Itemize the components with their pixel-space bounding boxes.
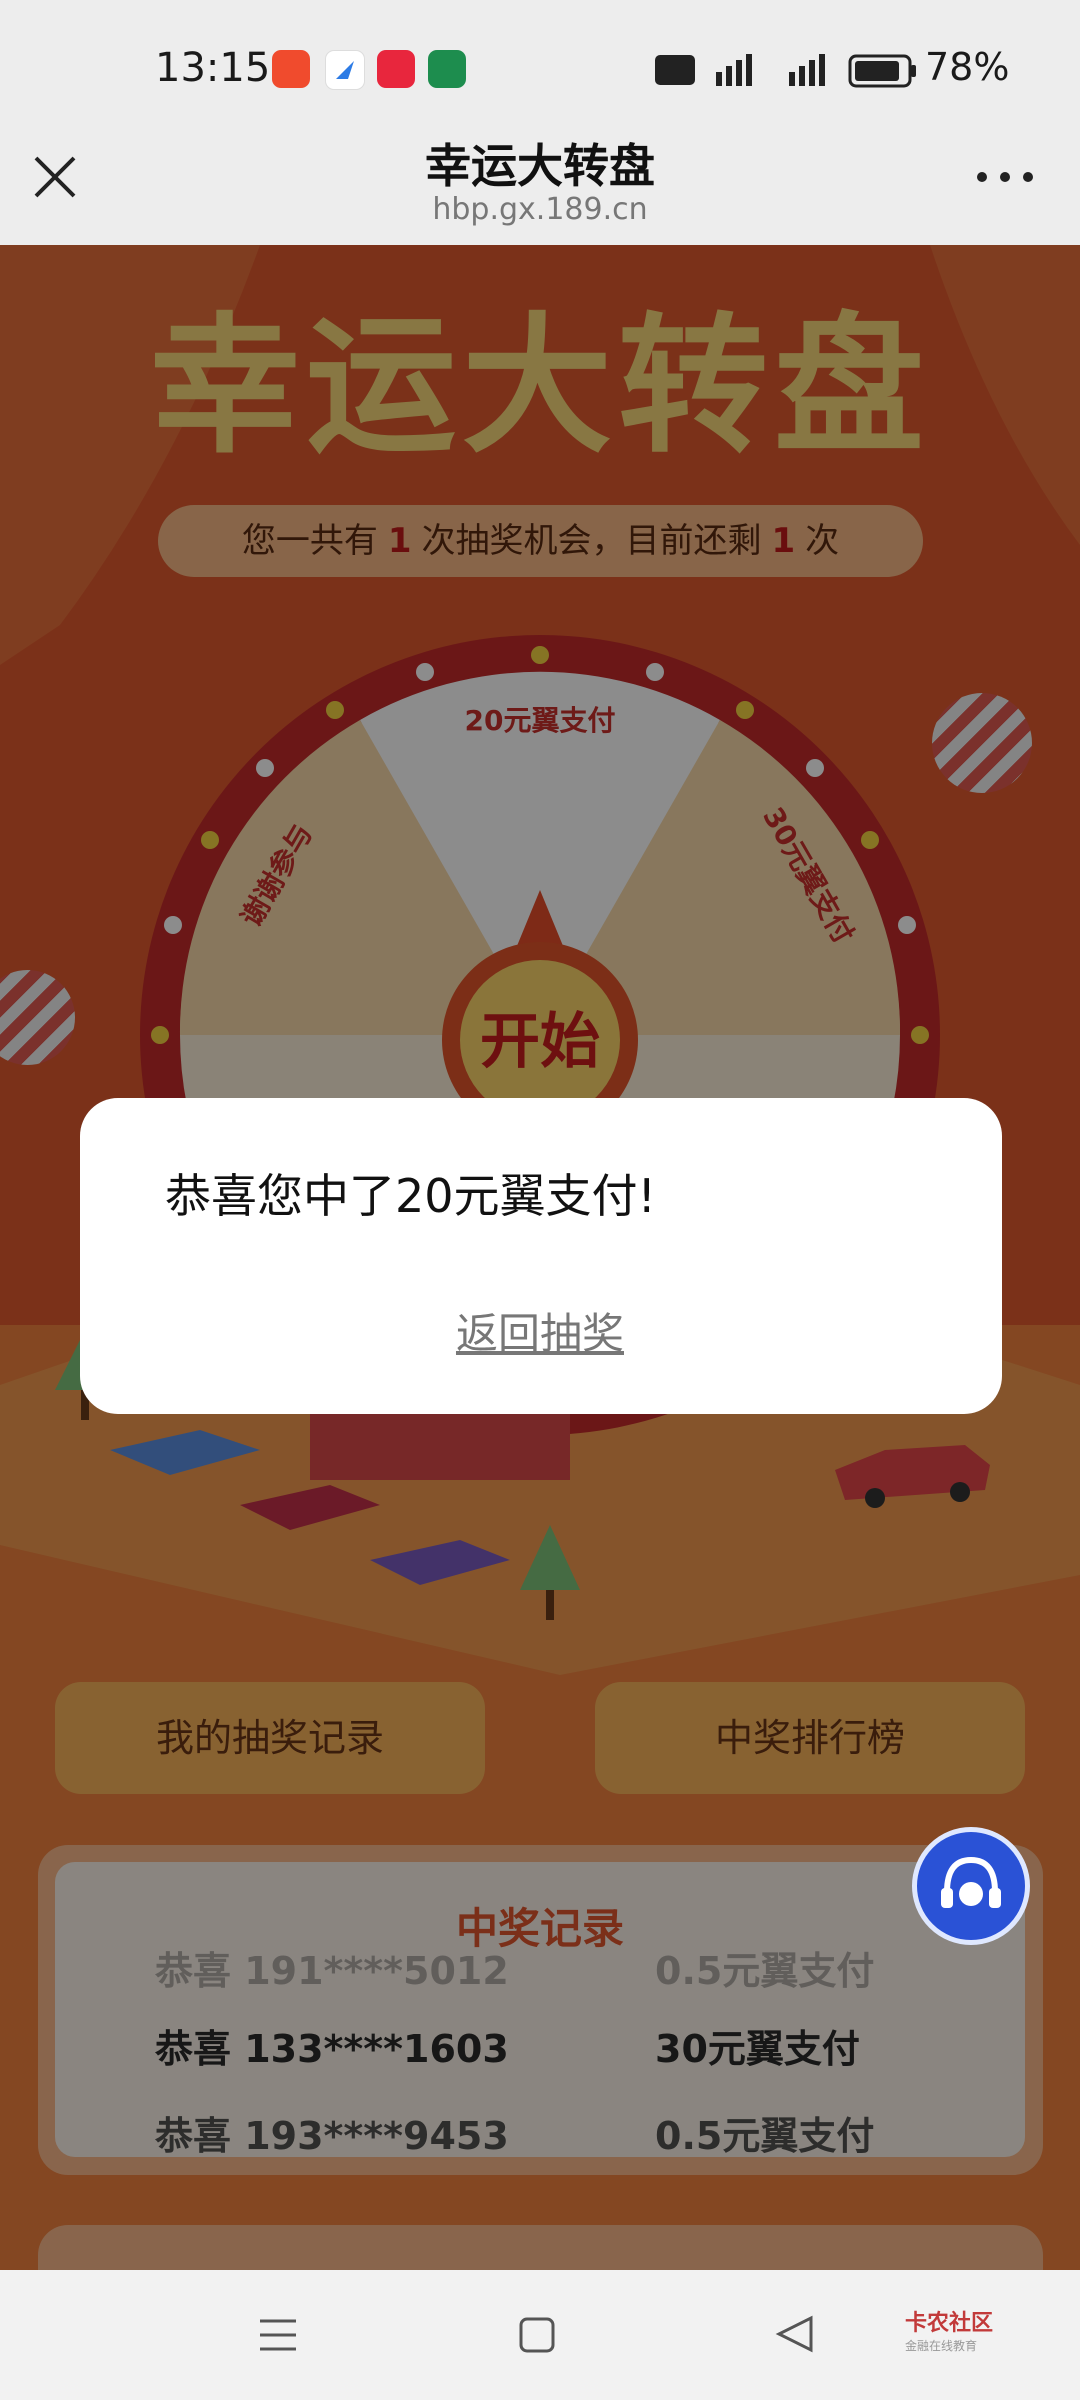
signal-5g-icon-2 <box>789 54 825 86</box>
home-icon[interactable] <box>518 2316 556 2354</box>
dialog-message: 恭喜您中了20元翼支付! <box>165 1169 656 1223</box>
back-icon[interactable] <box>775 2314 815 2354</box>
status-time: 13:15 <box>155 45 271 91</box>
browser-app-icon <box>325 50 365 90</box>
menu-icon[interactable] <box>258 2315 298 2355</box>
watermark-name: 卡农社区 <box>905 2311 994 2336</box>
watermark-logo: 卡农社区 金融在线教育 <box>905 2305 993 2354</box>
more-icon[interactable] <box>975 170 1035 184</box>
music-app-icon <box>377 50 415 88</box>
hd-icon <box>655 55 695 85</box>
video-app-icon <box>272 50 310 88</box>
page-title: 幸运大转盘 <box>425 139 655 193</box>
battery-icon <box>848 54 916 88</box>
customer-service-button[interactable] <box>912 1827 1030 1945</box>
battery-percent: 78% <box>925 45 1010 89</box>
page-url: hbp.gx.189.cn <box>432 192 648 227</box>
watermark-tagline: 金融在线教育 <box>905 2339 978 2353</box>
result-dialog <box>80 1098 1002 1414</box>
signal-5g-icon <box>716 54 752 86</box>
oppo-app-icon <box>428 50 466 88</box>
return-to-lottery-link[interactable]: 返回抽奖 <box>0 1300 1080 1361</box>
headset-icon <box>941 1856 1001 1908</box>
